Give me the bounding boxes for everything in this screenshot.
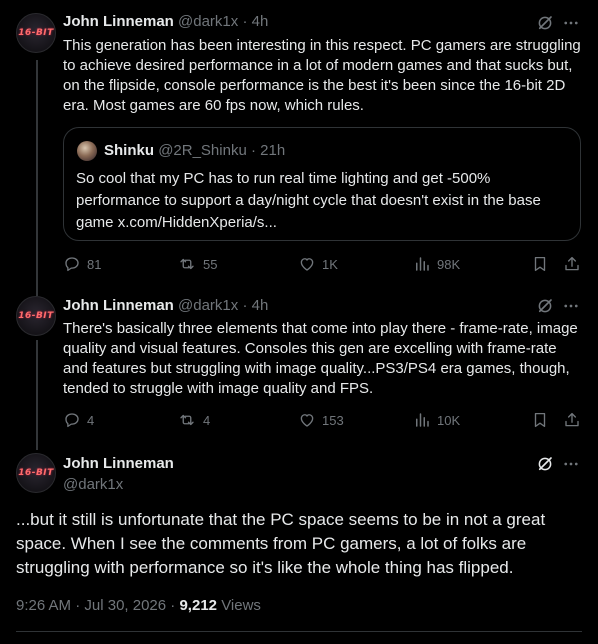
action-bar: 81 55 1K 98K bbox=[63, 255, 583, 275]
views-button[interactable]: 10K bbox=[413, 411, 460, 429]
author-name[interactable]: John Linneman bbox=[63, 455, 174, 472]
tweet-text: There's basically three elements that co… bbox=[63, 320, 578, 397]
separator: · bbox=[75, 597, 81, 614]
action-bar: 4 4 153 10K bbox=[63, 411, 583, 431]
repost-count: 4 bbox=[203, 412, 211, 428]
view-count: 98K bbox=[437, 256, 461, 272]
analytics-icon bbox=[416, 257, 429, 271]
post-date[interactable]: Jul 30, 2026 bbox=[84, 597, 166, 614]
reply-button[interactable]: 81 bbox=[63, 255, 101, 273]
author-handle[interactable]: @dark1x bbox=[63, 476, 123, 493]
reply-button[interactable]: 4 bbox=[63, 411, 94, 429]
avatar[interactable]: 16-BIT bbox=[16, 296, 56, 336]
more-icon[interactable] bbox=[562, 455, 580, 473]
avatar-label: 16-BIT bbox=[18, 28, 54, 38]
bookmark-icon[interactable] bbox=[531, 411, 549, 429]
tweet-meta: 9:26 AM · Jul 30, 2026 · 9,212 Views bbox=[16, 597, 261, 614]
repost-button[interactable]: 4 bbox=[177, 411, 210, 429]
reply-count: 81 bbox=[87, 256, 102, 272]
avatar-label: 16-BIT bbox=[18, 468, 54, 478]
repost-count: 55 bbox=[203, 256, 218, 272]
like-button[interactable]: 153 bbox=[298, 411, 344, 429]
reply-count: 4 bbox=[87, 412, 95, 428]
avatar-label: 16-BIT bbox=[18, 311, 54, 321]
timestamp[interactable]: 4h bbox=[252, 297, 269, 314]
tweet-text: This generation has been interesting in … bbox=[63, 37, 581, 114]
quote-timestamp: 21h bbox=[260, 142, 286, 159]
avatar[interactable]: 16-BIT bbox=[16, 453, 56, 493]
post-time[interactable]: 9:26 AM bbox=[16, 597, 71, 614]
avatar[interactable]: 16-BIT bbox=[16, 13, 56, 53]
grok-icon[interactable] bbox=[536, 14, 554, 32]
like-count: 153 bbox=[322, 412, 344, 428]
share-icon[interactable] bbox=[563, 411, 581, 429]
tweet-header: John Linneman @dark1x · 4h bbox=[63, 297, 268, 314]
quoted-tweet[interactable]: Shinku @2R_Shinku · 21h So cool that my … bbox=[63, 127, 581, 241]
quote-text: So cool that my PC has to run real time … bbox=[76, 170, 541, 231]
separator: · bbox=[242, 297, 248, 314]
grok-icon[interactable] bbox=[536, 455, 554, 473]
view-count: 10K bbox=[437, 412, 461, 428]
like-count: 1K bbox=[322, 256, 338, 272]
views-label: Views bbox=[221, 597, 261, 614]
author-name[interactable]: John Linneman bbox=[63, 297, 174, 314]
analytics-icon bbox=[416, 413, 429, 427]
divider bbox=[16, 631, 582, 632]
repost-button[interactable]: 55 bbox=[177, 255, 217, 273]
heart-icon bbox=[300, 258, 314, 271]
separator: · bbox=[170, 597, 176, 614]
quote-author-handle: @2R_Shinku bbox=[158, 142, 247, 159]
quote-header: Shinku @2R_Shinku · 21h bbox=[104, 142, 285, 159]
reply-icon bbox=[65, 413, 79, 428]
tweet-header: John Linneman @dark1x · 4h bbox=[63, 13, 268, 30]
views-count: 9,212 bbox=[179, 597, 218, 614]
separator: · bbox=[250, 142, 256, 159]
quote-avatar bbox=[77, 141, 97, 161]
repost-icon bbox=[180, 258, 194, 270]
author-name-row: John Linneman bbox=[63, 455, 174, 472]
repost-icon bbox=[180, 414, 194, 426]
reply-icon bbox=[65, 257, 79, 272]
bookmark-icon[interactable] bbox=[531, 255, 549, 273]
more-icon[interactable] bbox=[562, 14, 580, 32]
share-icon[interactable] bbox=[563, 255, 581, 273]
heart-icon bbox=[300, 414, 314, 427]
tweet-text: ...but it still is unfortunate that the … bbox=[16, 510, 546, 577]
separator: · bbox=[242, 13, 248, 30]
views-button[interactable]: 98K bbox=[413, 255, 460, 273]
timestamp[interactable]: 4h bbox=[252, 13, 269, 30]
like-button[interactable]: 1K bbox=[298, 255, 338, 273]
thread-line bbox=[36, 60, 38, 296]
grok-icon[interactable] bbox=[536, 297, 554, 315]
thread-line bbox=[36, 340, 38, 450]
author-handle[interactable]: @dark1x bbox=[178, 13, 238, 30]
quote-author-name: Shinku bbox=[104, 142, 155, 159]
more-icon[interactable] bbox=[562, 297, 580, 315]
author-handle[interactable]: @dark1x bbox=[178, 297, 238, 314]
author-name[interactable]: John Linneman bbox=[63, 13, 174, 30]
